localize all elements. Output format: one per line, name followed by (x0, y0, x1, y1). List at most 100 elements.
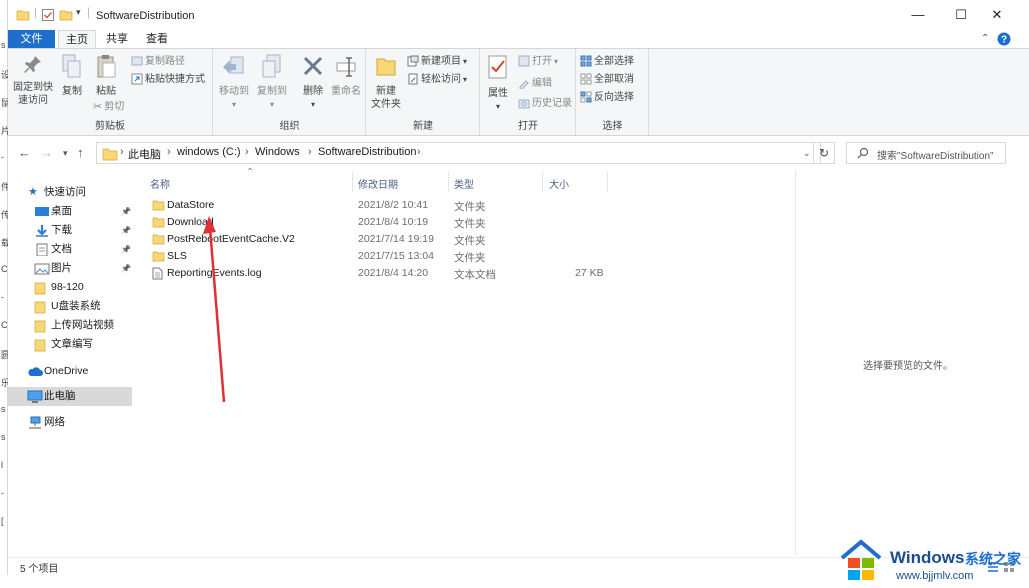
open-button[interactable]: 打开 ▾ (518, 54, 558, 70)
column-date[interactable]: 修改日期 (358, 176, 398, 191)
new-folder-icon[interactable] (59, 8, 73, 22)
tab-view[interactable]: 查看 (139, 30, 175, 49)
pin-icon[interactable]: 📌 (121, 221, 131, 240)
rename-icon (336, 57, 356, 77)
new-item-dropdown-icon: ▾ (463, 57, 468, 66)
nav-this-pc[interactable]: 此电脑 (8, 387, 132, 406)
new-folder-button[interactable]: 新建 文件夹 (369, 53, 403, 111)
pin-icon[interactable]: 📌 (121, 240, 131, 259)
help-icon[interactable]: ? (997, 32, 1011, 46)
column-type[interactable]: 类型 (454, 176, 474, 191)
breadcrumb-softwaredistribution[interactable]: SoftwareDistribution (318, 146, 416, 158)
column-name[interactable]: 名称 (150, 176, 170, 191)
pin-icon[interactable]: 📌 (121, 259, 131, 278)
nav-item[interactable]: 98-120 (8, 278, 136, 297)
move-to-label: 移动到 (219, 86, 249, 97)
nav-item[interactable]: 文章编写 (8, 335, 136, 354)
up-arrow-icon[interactable]: ↑ (77, 145, 84, 160)
nav-item-label: U盘装系统 (51, 300, 101, 312)
copy-to-button[interactable]: 复制到 ▾ (254, 53, 290, 111)
nav-item[interactable]: 下载 📌 (8, 221, 136, 240)
tab-file[interactable]: 文件 (8, 30, 55, 49)
folder-icon (34, 338, 46, 359)
minimize-button[interactable]: — (895, 0, 941, 30)
breadcrumb-drive[interactable]: windows (C:) (177, 146, 241, 158)
close-button[interactable]: ✕ (974, 0, 1020, 30)
column-divider[interactable] (448, 172, 449, 192)
pin-icon (24, 56, 41, 73)
background-window-char: [ (1, 516, 4, 526)
paste-shortcut-button[interactable]: 粘贴快捷方式 (131, 72, 205, 88)
nav-item[interactable]: 文档 📌 (8, 240, 136, 259)
nav-item-label: 下载 (51, 224, 72, 236)
tab-home[interactable]: 主页 (58, 30, 96, 49)
pin-quick-access-button[interactable]: 固定到快 速访问 (11, 53, 55, 107)
nav-item[interactable]: 上传网站视频 (8, 316, 136, 335)
refresh-button[interactable]: ↻ (813, 142, 835, 164)
refresh-icon: ↻ (818, 146, 830, 160)
edit-icon (519, 80, 529, 90)
nav-onedrive[interactable]: OneDrive (8, 362, 136, 381)
forward-arrow-icon[interactable]: → (40, 145, 53, 160)
breadcrumb-separator-icon: › (308, 146, 312, 158)
delete-button[interactable]: 删除 ▾ (298, 53, 328, 111)
invert-selection-button[interactable]: 反向选择 (580, 90, 634, 106)
breadcrumb-this-pc[interactable]: 此电脑 (128, 146, 161, 162)
select-all-icon (580, 55, 592, 67)
properties-check-icon[interactable] (41, 8, 55, 22)
search-input[interactable]: 搜索"SoftwareDistribution" (846, 142, 1006, 164)
select-all-button[interactable]: 全部选择 (580, 54, 634, 70)
copy-path-button[interactable]: 复制路径 (131, 54, 185, 70)
rename-button[interactable]: 重命名 (329, 53, 363, 98)
column-size[interactable]: 大小 (549, 176, 569, 191)
paste-shortcut-label: 粘贴快捷方式 (145, 74, 205, 85)
nav-item[interactable]: U盘装系统 (8, 297, 136, 316)
history-button[interactable]: 历史记录 (518, 96, 572, 112)
nav-item-label: 图片 (51, 262, 72, 274)
tab-share[interactable]: 共享 (99, 30, 135, 49)
background-window-char: s (1, 40, 6, 50)
select-group: 全部选择 全部取消 反向选择 选择 (577, 49, 649, 135)
invert-selection-icon (580, 91, 592, 103)
file-name: SLS (167, 250, 187, 262)
copy-button[interactable]: 复制 (56, 53, 88, 98)
column-divider[interactable] (352, 172, 353, 192)
select-none-label: 全部取消 (594, 74, 634, 85)
move-to-button[interactable]: 移动到 ▾ (216, 53, 252, 111)
nav-item[interactable]: 图片 📌 (8, 259, 136, 278)
copy-to-label: 复制到 (257, 86, 287, 97)
folder-icon (152, 250, 165, 265)
recent-locations-dropdown-icon[interactable]: ▾ (63, 148, 68, 159)
address-dropdown-icon[interactable]: ⌄ (803, 148, 811, 159)
paste-button[interactable]: 粘贴 (90, 53, 122, 98)
cut-button[interactable]: ✂ 剪切 (93, 99, 124, 115)
properties-button[interactable]: 属性 ▾ (483, 53, 513, 113)
file-date: 2021/7/15 13:04 (358, 250, 434, 262)
new-item-button[interactable]: 新建项目 ▾ (407, 54, 467, 70)
pin-icon[interactable]: 📌 (121, 202, 131, 221)
open-dropdown-icon: ▾ (554, 57, 559, 66)
back-arrow-icon[interactable]: ← (18, 145, 31, 160)
file-type: 文件夹 (454, 201, 486, 213)
breadcrumb-windows[interactable]: Windows (255, 146, 300, 158)
folder-icon (152, 233, 165, 248)
nav-network[interactable]: 网络 (8, 413, 136, 432)
column-divider[interactable] (542, 172, 543, 192)
collapse-ribbon-icon[interactable]: ⌃ (981, 33, 989, 44)
edit-button[interactable]: 编辑 (518, 76, 552, 92)
address-bar[interactable]: › 此电脑 › windows (C:) › Windows › Softwar… (96, 142, 821, 164)
star-icon: ★ (28, 186, 38, 198)
nav-item-label: 桌面 (51, 205, 72, 217)
file-type: 文件夹 (454, 235, 486, 247)
file-type: 文件夹 (454, 218, 486, 230)
easy-access-button[interactable]: 轻松访问 ▾ (407, 72, 467, 88)
background-window-char: s (1, 404, 6, 414)
background-window-char: - (1, 292, 4, 302)
nav-quick-access[interactable]: ★ 快速访问 (8, 183, 136, 202)
column-divider[interactable] (607, 172, 608, 192)
select-none-button[interactable]: 全部取消 (580, 72, 634, 88)
invert-selection-label: 反向选择 (594, 92, 634, 103)
nav-item[interactable]: 桌面 📌 (8, 202, 136, 221)
quick-access-dropdown-icon[interactable]: ▾ (76, 7, 81, 18)
move-to-dropdown-icon: ▾ (231, 100, 236, 109)
